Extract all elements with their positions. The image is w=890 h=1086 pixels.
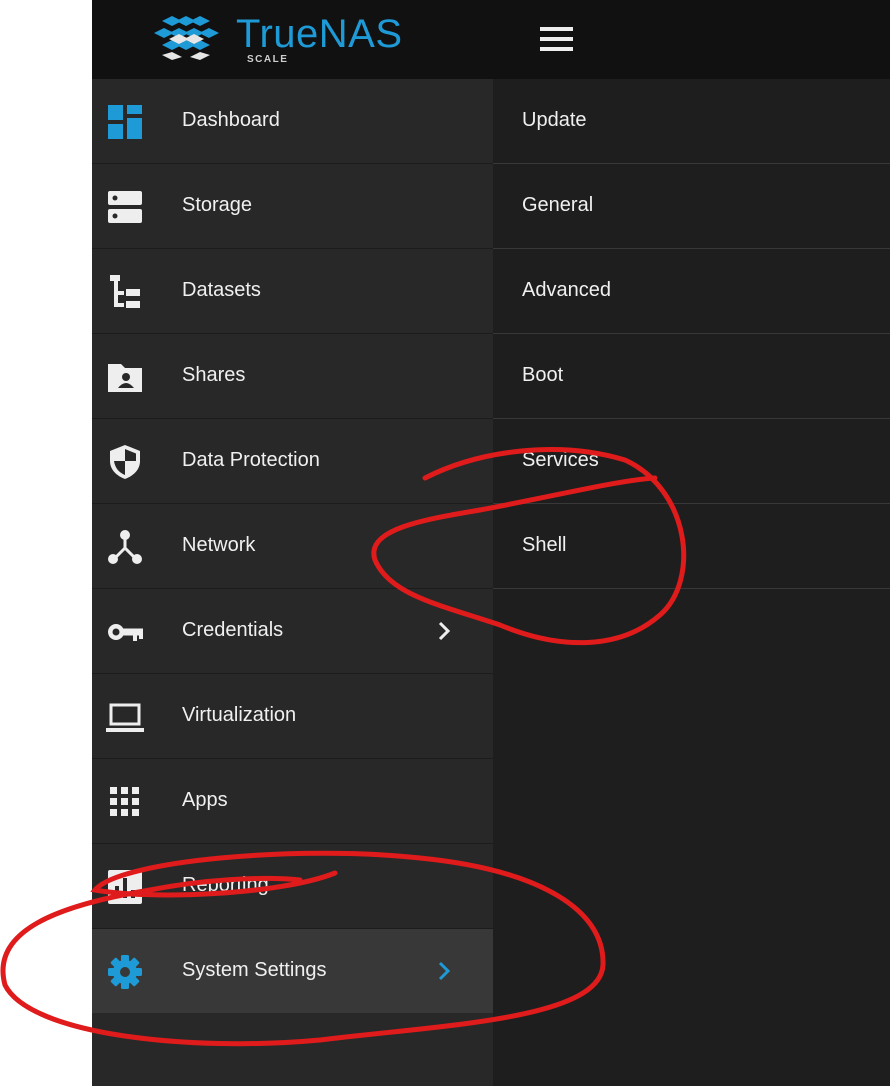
laptop-icon	[106, 703, 144, 732]
sidebar-nav: Dashboard Storage Datasets Shares Data P…	[92, 79, 493, 1086]
dashboard-icon	[108, 105, 142, 139]
sidebar-item-apps[interactable]: Apps	[92, 759, 493, 844]
sidebar-item-storage[interactable]: Storage	[92, 164, 493, 249]
sidebar-item-label: Shares	[182, 364, 246, 386]
submenu-item-update[interactable]: Update	[493, 79, 890, 164]
sidebar-item-label: Network	[182, 534, 256, 556]
sidebar-item-label: Datasets	[182, 279, 261, 301]
sidebar-item-virtualization[interactable]: Virtualization	[92, 674, 493, 759]
sidebar-item-label: Apps	[182, 789, 228, 811]
submenu-item-advanced[interactable]: Advanced	[493, 249, 890, 334]
reporting-icon	[108, 870, 142, 904]
sidebar-item-network[interactable]: Network	[92, 504, 493, 589]
brand-edition: SCALE	[247, 54, 289, 65]
sidebar-item-label: Storage	[182, 194, 253, 216]
shares-icon	[108, 364, 142, 392]
sidebar-item-label: System Settings	[182, 959, 327, 981]
sidebar-item-system-settings[interactable]: System Settings	[92, 929, 493, 1013]
hamburger-menu-icon	[540, 37, 573, 41]
system-settings-submenu: Update General Advanced Boot Services Sh…	[493, 79, 890, 1086]
sidebar-item-data-protection[interactable]: Data Protection	[92, 419, 493, 504]
sidebar-item-reporting[interactable]: Reporting	[92, 844, 493, 929]
submenu-item-label: General	[522, 194, 594, 216]
sidebar-item-label: Virtualization	[182, 704, 297, 726]
top-bar: TrueNAS SCALE	[92, 0, 890, 79]
sidebar-item-shares[interactable]: Shares	[92, 334, 493, 419]
submenu-item-label: Update	[522, 109, 587, 131]
sidebar-item-label: Reporting	[182, 874, 269, 896]
submenu-item-services[interactable]: Services	[493, 419, 890, 504]
storage-icon	[108, 191, 142, 223]
network-icon	[108, 530, 142, 564]
submenu-item-label: Shell	[522, 534, 567, 556]
submenu-item-label: Services	[522, 449, 599, 471]
truenas-app: TrueNAS SCALE Dashboard Storage Datasets…	[92, 0, 890, 1086]
gear-icon	[108, 955, 142, 989]
shield-icon	[110, 445, 140, 479]
datasets-icon	[110, 275, 140, 308]
sidebar-item-datasets[interactable]: Datasets	[92, 249, 493, 334]
submenu-item-label: Boot	[522, 364, 564, 386]
apps-grid-icon	[110, 787, 139, 816]
sidebar-item-credentials[interactable]: Credentials	[92, 589, 493, 674]
submenu-item-boot[interactable]: Boot	[493, 334, 890, 419]
submenu-item-general[interactable]: General	[493, 164, 890, 249]
hamburger-menu-button[interactable]	[540, 27, 574, 53]
sidebar-item-label: Credentials	[182, 619, 284, 641]
sidebar-item-dashboard[interactable]: Dashboard	[92, 79, 493, 164]
hamburger-menu-icon	[540, 27, 573, 31]
submenu-item-shell[interactable]: Shell	[493, 504, 890, 589]
chevron-right-icon	[438, 621, 451, 641]
sidebar-item-label: Dashboard	[182, 109, 280, 131]
hamburger-menu-icon	[540, 47, 573, 51]
key-icon	[108, 624, 143, 641]
brand-name: TrueNAS	[236, 12, 403, 56]
submenu-item-label: Advanced	[522, 279, 611, 301]
truenas-logo-icon	[154, 16, 219, 60]
sidebar-item-label: Data Protection	[182, 449, 320, 471]
chevron-right-icon	[438, 961, 451, 981]
